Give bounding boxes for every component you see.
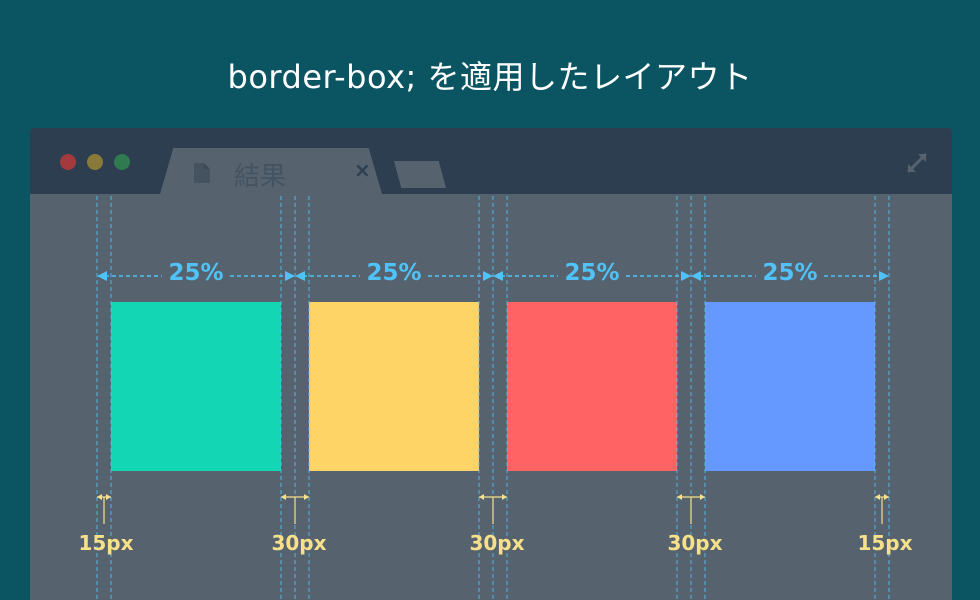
arrowhead-left <box>691 271 701 281</box>
gap-width-label: 30px <box>667 531 723 555</box>
gap-arrowhead <box>700 494 705 500</box>
gap-arrowhead <box>304 494 309 500</box>
column-box-3 <box>507 302 677 471</box>
arrowhead-right <box>285 271 295 281</box>
arrowhead-left <box>97 271 107 281</box>
column-width-label: 25% <box>168 260 224 286</box>
gap-width-label: 15px <box>78 531 134 555</box>
arrowhead-left <box>295 271 305 281</box>
arrowhead-right <box>483 271 493 281</box>
column-width-label: 25% <box>762 260 818 286</box>
gap-width-label: 15px <box>857 531 913 555</box>
gap-arrowhead <box>502 494 507 500</box>
column-width-label: 25% <box>366 260 422 286</box>
gap-arrowhead <box>281 494 286 500</box>
gap-arrowhead <box>677 494 682 500</box>
gap-arrowhead <box>97 494 102 500</box>
arrowhead-right <box>879 271 889 281</box>
arrowhead-right <box>681 271 691 281</box>
gap-arrowhead <box>479 494 484 500</box>
arrowhead-left <box>493 271 503 281</box>
column-box-4 <box>705 302 875 471</box>
column-box-1 <box>111 302 281 471</box>
column-box-2 <box>309 302 479 471</box>
gap-arrowhead <box>884 494 889 500</box>
gap-width-label: 30px <box>271 531 327 555</box>
gap-width-label: 30px <box>469 531 525 555</box>
column-width-label: 25% <box>564 260 620 286</box>
gap-arrowhead <box>875 494 880 500</box>
gap-arrowhead <box>106 494 111 500</box>
layout-diagram <box>96 196 890 600</box>
